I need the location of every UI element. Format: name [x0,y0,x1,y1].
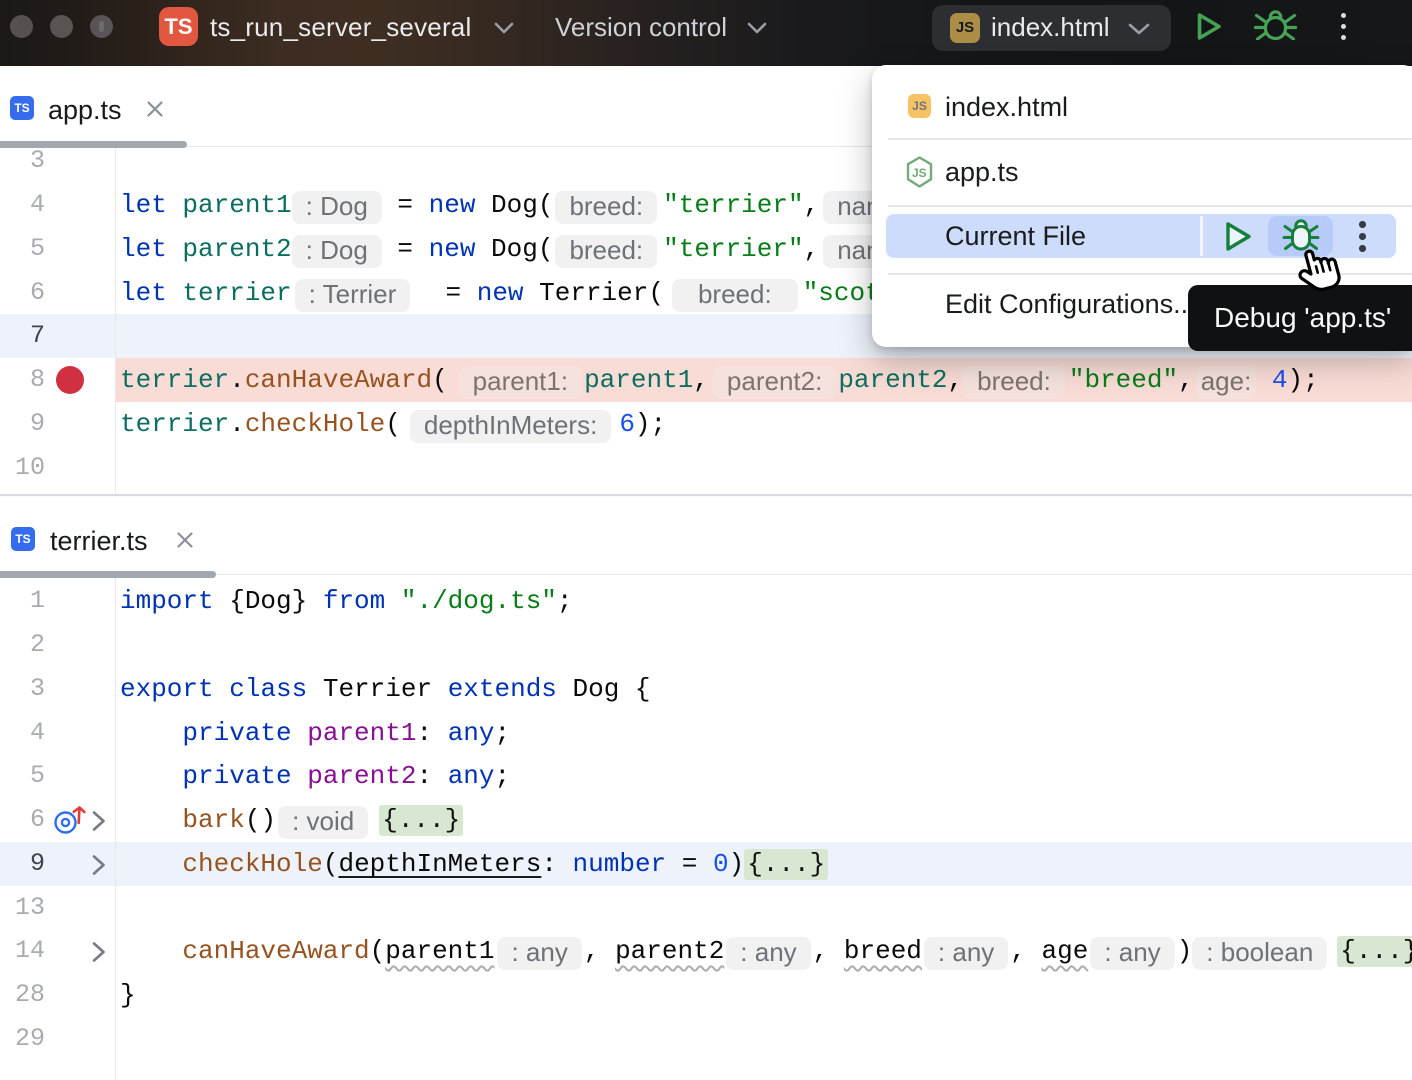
svg-text:JS: JS [912,166,927,180]
